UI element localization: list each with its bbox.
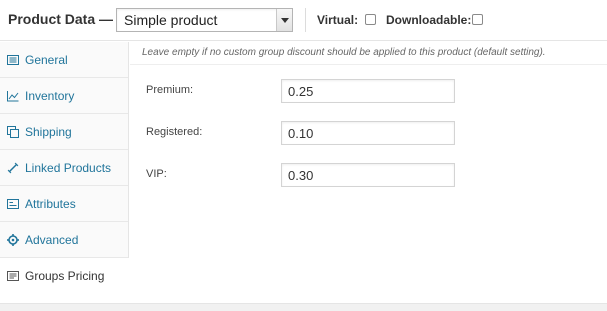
tab-advanced-label: Advanced xyxy=(25,233,79,247)
inventory-icon xyxy=(7,89,19,102)
premium-label: Premium: xyxy=(146,84,194,96)
product-type-value: Simple product xyxy=(124,12,218,28)
tab-attributes-label: Attributes xyxy=(25,197,76,211)
registered-discount-input[interactable] xyxy=(281,121,455,145)
tab-attributes[interactable]: Attributes xyxy=(0,186,128,222)
groups-pricing-panel: Leave empty if no custom group discount … xyxy=(130,42,607,311)
tab-inventory-label: Inventory xyxy=(25,89,75,103)
groups-icon xyxy=(7,269,19,281)
shipping-icon xyxy=(7,125,19,138)
tab-inventory[interactable]: Inventory xyxy=(0,78,128,114)
product-data-title: Product Data — xyxy=(8,11,114,27)
header-divider xyxy=(305,8,306,32)
attributes-icon xyxy=(7,197,19,209)
tab-linked-products[interactable]: Linked Products xyxy=(0,150,128,186)
premium-discount-input[interactable] xyxy=(281,79,455,103)
tab-general-label: General xyxy=(25,53,68,67)
product-data-tabs: General Inventory Shipping Linked Produc… xyxy=(0,42,130,311)
tab-general[interactable]: General xyxy=(0,42,128,78)
help-text: Leave empty if no custom group discount … xyxy=(142,47,546,58)
general-icon xyxy=(7,53,19,65)
product-type-select[interactable]: Simple product xyxy=(116,8,293,32)
gear-icon xyxy=(7,233,19,246)
tab-groups-pricing[interactable]: Groups Pricing xyxy=(0,258,130,294)
tab-shipping-label: Shipping xyxy=(25,125,72,139)
tab-shipping[interactable]: Shipping xyxy=(0,114,128,150)
downloadable-checkbox[interactable] xyxy=(472,14,483,25)
tab-advanced[interactable]: Advanced xyxy=(0,222,128,258)
product-data-header: Product Data — Simple product Virtual: D… xyxy=(0,0,607,41)
help-divider xyxy=(130,64,607,65)
tab-linked-products-label: Linked Products xyxy=(25,161,112,175)
vip-label: VIP: xyxy=(146,168,167,180)
link-icon xyxy=(7,161,19,174)
chevron-down-icon[interactable] xyxy=(276,9,292,31)
tab-groups-pricing-label: Groups Pricing xyxy=(25,269,105,283)
vip-discount-input[interactable] xyxy=(281,163,455,187)
virtual-checkbox[interactable] xyxy=(365,14,376,25)
virtual-label: Virtual: xyxy=(317,13,359,27)
downloadable-label: Downloadable: xyxy=(386,13,472,27)
registered-label: Registered: xyxy=(146,126,203,138)
panel-footer xyxy=(0,303,607,311)
